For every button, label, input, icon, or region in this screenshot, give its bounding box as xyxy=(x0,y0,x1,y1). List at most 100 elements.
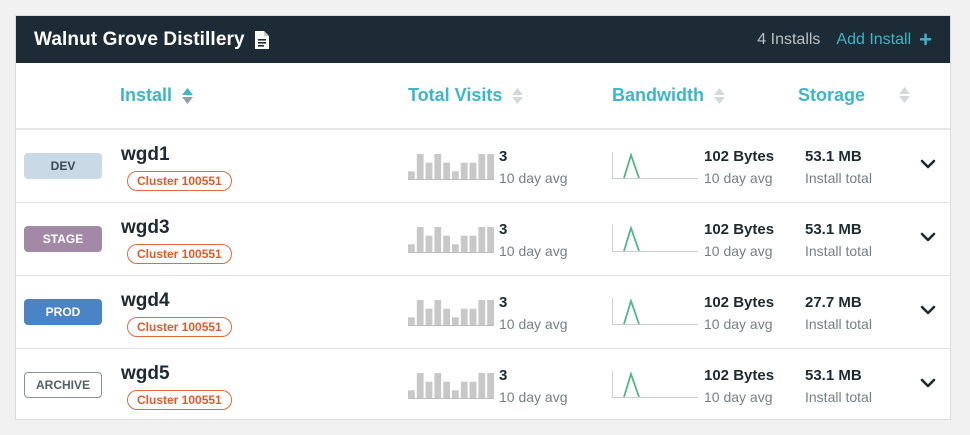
storage-value: 53.1 MB xyxy=(805,221,862,238)
site-header-bar: Walnut Grove Distillery 4 Installs Add I… xyxy=(16,16,950,63)
visits-bar xyxy=(487,300,494,326)
visits-bar xyxy=(469,235,477,253)
cluster-badge[interactable]: Cluster 100551 xyxy=(127,171,232,191)
storage-sub: Install total xyxy=(805,316,872,332)
install-name[interactable]: wgd1 xyxy=(121,144,170,166)
bandwidth-line xyxy=(623,152,640,179)
storage-sub: Install total xyxy=(805,243,872,259)
visits-bar xyxy=(425,381,433,399)
env-badge-stage[interactable]: STAGE xyxy=(24,226,102,252)
sort-icon xyxy=(512,87,524,104)
visits-bar xyxy=(425,162,433,180)
visits-bar xyxy=(416,300,424,326)
visits-sub: 10 day avg xyxy=(499,389,568,405)
visits-bar xyxy=(460,308,468,326)
visits-bar xyxy=(478,373,486,399)
visits-sparkline xyxy=(408,300,494,326)
visits-bar xyxy=(434,227,442,253)
cluster-badge[interactable]: Cluster 100551 xyxy=(127,244,232,264)
column-label-bandwidth: Bandwidth xyxy=(612,85,704,105)
bandwidth-value: 102 Bytes xyxy=(704,221,775,238)
visits-sub: 10 day avg xyxy=(499,170,568,186)
column-header-total-visits[interactable]: Total Visits xyxy=(408,63,524,128)
visits-bar xyxy=(443,235,450,253)
visits-sparkline xyxy=(408,227,494,253)
visits-bar xyxy=(425,235,433,253)
column-label-storage: Storage xyxy=(798,85,866,105)
visits-bar xyxy=(408,317,415,326)
visits-bar xyxy=(478,300,486,326)
sort-icon xyxy=(714,87,725,104)
add-install-button[interactable]: Add Install + xyxy=(836,26,932,52)
visits-bar xyxy=(434,373,442,399)
storage-sub: Install total xyxy=(805,389,872,405)
visits-value: 3 xyxy=(499,294,508,311)
sort-icon-active xyxy=(182,87,194,104)
add-install-label: Add Install xyxy=(836,30,912,48)
storage-value: 53.1 MB xyxy=(805,148,862,165)
visits-sub: 10 day avg xyxy=(499,316,568,332)
env-badge-prod[interactable]: PROD xyxy=(24,299,102,325)
column-label-total-visits: Total Visits xyxy=(408,85,503,105)
visits-bar xyxy=(478,227,486,253)
visits-value: 3 xyxy=(499,148,508,165)
visits-bar xyxy=(478,154,486,180)
table-row[interactable]: ARCHIVE wgd5 Cluster 100551 3 10 day avg… xyxy=(16,349,950,422)
table-row[interactable]: PROD wgd4 Cluster 100551 3 10 day avg 10… xyxy=(16,276,950,349)
storage-value: 27.7 MB xyxy=(805,294,862,311)
install-name[interactable]: wgd4 xyxy=(121,290,170,312)
bandwidth-sparkline xyxy=(612,152,698,179)
visits-bar xyxy=(469,162,477,180)
visits-bar xyxy=(460,381,468,399)
visits-bar xyxy=(416,227,424,253)
visits-bar xyxy=(452,317,459,326)
sort-icon-storage[interactable] xyxy=(899,87,910,108)
chevron-down-icon[interactable] xyxy=(920,157,936,175)
visits-bar xyxy=(434,300,442,326)
env-badge-dev[interactable]: DEV xyxy=(24,153,102,179)
column-header-install[interactable]: Install xyxy=(120,63,194,128)
storage-sub: Install total xyxy=(805,170,872,186)
visits-bar xyxy=(487,154,494,180)
visits-sparkline xyxy=(408,373,494,399)
chevron-down-icon[interactable] xyxy=(920,303,936,321)
bandwidth-sub: 10 day avg xyxy=(704,243,773,259)
column-header-storage[interactable]: Storage xyxy=(798,63,865,128)
bandwidth-sub: 10 day avg xyxy=(704,389,773,405)
chevron-down-icon[interactable] xyxy=(920,376,936,394)
chevron-down-icon[interactable] xyxy=(920,230,936,248)
visits-bar xyxy=(416,154,424,180)
table-row[interactable]: STAGE wgd3 Cluster 100551 3 10 day avg 1… xyxy=(16,203,950,276)
visits-value: 3 xyxy=(499,221,508,238)
visits-bar xyxy=(469,381,477,399)
column-header-bandwidth[interactable]: Bandwidth xyxy=(612,63,725,128)
visits-value: 3 xyxy=(499,367,508,384)
bandwidth-value: 102 Bytes xyxy=(704,294,775,311)
visits-bar xyxy=(460,235,468,253)
bandwidth-sub: 10 day avg xyxy=(704,170,773,186)
cluster-badge[interactable]: Cluster 100551 xyxy=(127,390,232,410)
site-title[interactable]: Walnut Grove Distillery xyxy=(34,29,245,51)
env-badge-archive[interactable]: ARCHIVE xyxy=(24,372,102,398)
visits-bar xyxy=(487,373,494,399)
visits-bar xyxy=(452,244,459,253)
bandwidth-sparkline xyxy=(612,371,698,398)
column-label-install: Install xyxy=(120,85,173,105)
visits-bar xyxy=(487,227,494,253)
document-icon[interactable] xyxy=(254,30,269,49)
visits-bar xyxy=(408,244,415,253)
visits-bar xyxy=(408,390,415,399)
install-name[interactable]: wgd3 xyxy=(121,217,170,239)
bandwidth-sub: 10 day avg xyxy=(704,316,773,332)
bandwidth-sparkline xyxy=(612,298,698,325)
visits-bar xyxy=(416,373,424,399)
cluster-badge[interactable]: Cluster 100551 xyxy=(127,317,232,337)
table-row[interactable]: DEV wgd1 Cluster 100551 3 10 day avg 102… xyxy=(16,130,950,203)
visits-sparkline xyxy=(408,154,494,180)
install-name[interactable]: wgd5 xyxy=(121,363,170,385)
bandwidth-sparkline xyxy=(612,225,698,252)
visits-bar xyxy=(434,154,442,180)
plus-icon: + xyxy=(919,26,932,52)
visits-sub: 10 day avg xyxy=(499,243,568,259)
visits-bar xyxy=(443,162,450,180)
